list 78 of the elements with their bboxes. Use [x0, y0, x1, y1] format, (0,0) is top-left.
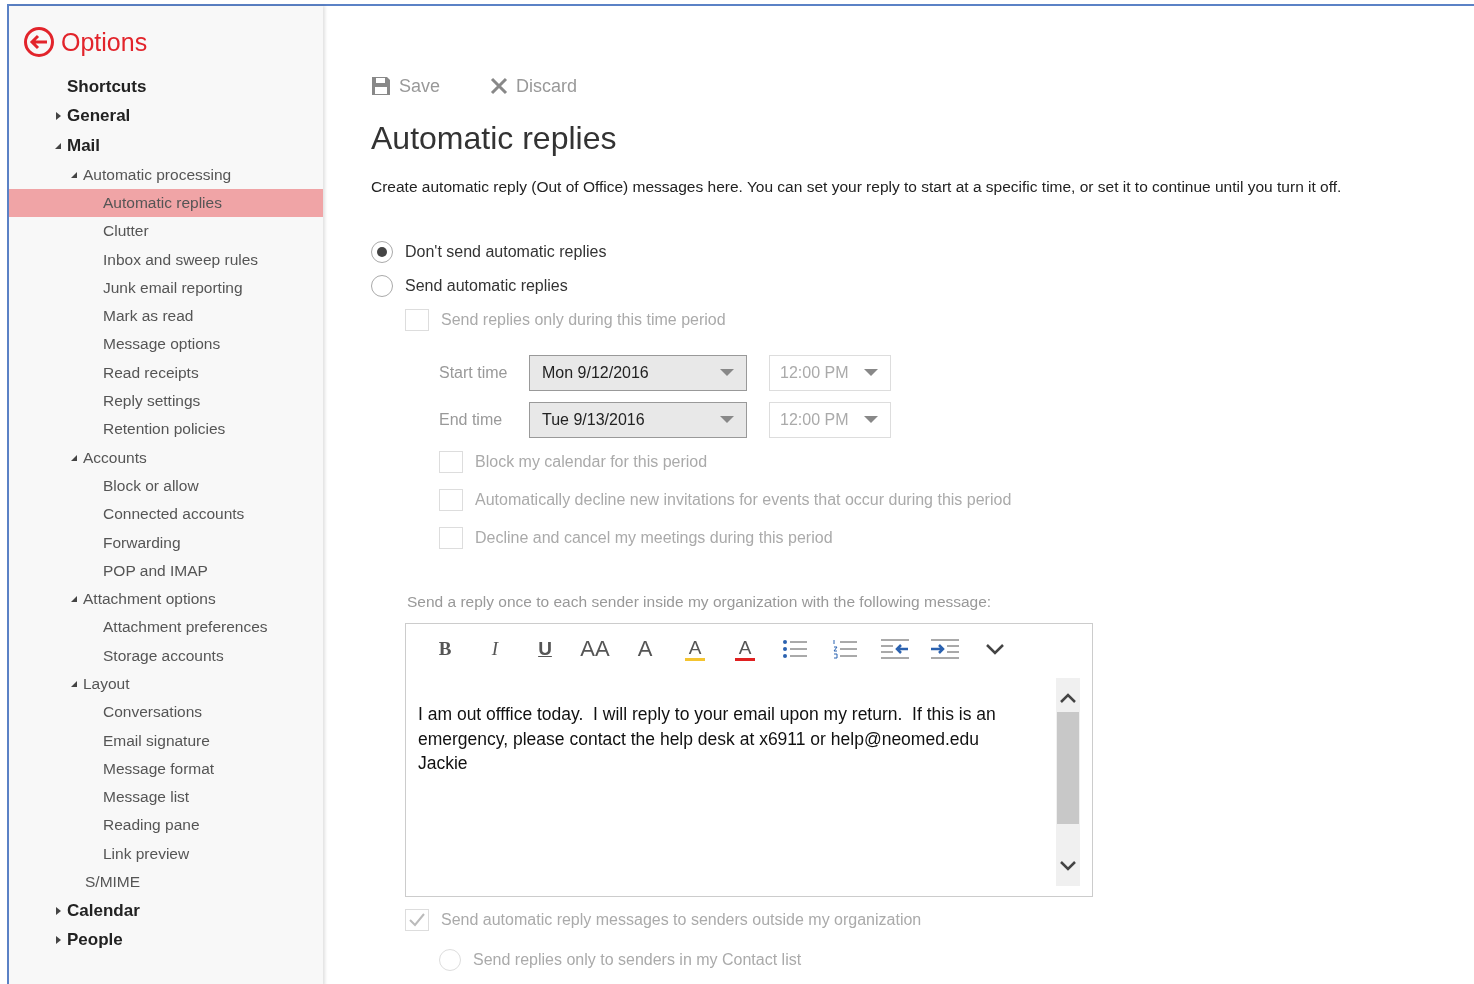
- sidebar-item[interactable]: Shortcuts: [9, 72, 323, 102]
- sidebar-item[interactable]: Mark as read: [9, 302, 323, 331]
- time-label: End time: [439, 410, 504, 429]
- bullet-list-icon: [782, 638, 808, 660]
- time-label: Start time: [439, 363, 509, 382]
- sidebar-item[interactable]: Forwarding: [9, 528, 323, 557]
- sidebar-item[interactable]: Connected accounts: [9, 500, 323, 529]
- message-label: Send a reply once to each sender inside my organization with the following message:: [407, 593, 993, 611]
- numbered-list-icon: [832, 638, 858, 660]
- sidebar-item[interactable]: Reading pane: [9, 811, 323, 840]
- collapsed-caret-icon[interactable]: [53, 935, 63, 946]
- sidebar-item[interactable]: Read receipts: [9, 358, 323, 387]
- page-title: Options: [61, 27, 148, 57]
- sidebar-item[interactable]: POP and IMAP: [9, 556, 323, 585]
- sidebar-item[interactable]: Layout: [9, 669, 323, 699]
- sidebar-item[interactable]: S/MIME: [9, 867, 323, 897]
- message-editor[interactable]: B I U AA A A A I am out offfice today. I will reply to your email upon my return. If this is an emergency, please contact the help desk at x6911 or help@neomed.edu Jackie: [405, 623, 1093, 897]
- sidebar-item[interactable]: Message options: [9, 330, 323, 359]
- radio-button[interactable]: [371, 241, 393, 263]
- message-text: I am out offfice today. I will reply to your email upon my return. If this is an emergency, please contact the help desk at x6911 or help@neomed.edu: [418, 703, 997, 751]
- italic-button[interactable]: I: [470, 632, 520, 666]
- sidebar-item[interactable]: Reply settings: [9, 386, 323, 416]
- collapsed-caret-icon[interactable]: [53, 111, 63, 122]
- description-text: Create automatic reply (Out of Office) messages here. You can set your reply to start at a specific time, or set it to continue until you turn it off.: [371, 177, 1343, 197]
- dropdown-arrow-icon: [864, 368, 878, 377]
- sidebar-item[interactable]: Accounts: [9, 443, 323, 472]
- radio-button[interactable]: [371, 275, 393, 297]
- collapsed-caret-icon[interactable]: [53, 905, 63, 916]
- chevron-down-icon[interactable]: [1059, 860, 1077, 872]
- sidebar-item[interactable]: Attachment preferences: [9, 613, 323, 642]
- sidebar-item[interactable]: Automatic processing: [9, 160, 323, 189]
- checkbox-label: Block my calendar for this period: [475, 453, 708, 471]
- font-size-button[interactable]: AA: [570, 632, 620, 666]
- sidebar-item[interactable]: Mail: [9, 131, 323, 161]
- date-dropdown[interactable]: Tue 9/13/2016: [529, 401, 747, 438]
- sidebar-item[interactable]: Conversations: [9, 698, 323, 727]
- sidebar-item[interactable]: Clutter: [9, 217, 323, 246]
- sidebar-item[interactable]: Message list: [9, 783, 323, 812]
- checkbox-label: Automatically decline new invitations for events that occur during this period: [475, 491, 1012, 509]
- sidebar-item[interactable]: Block or allow: [9, 471, 323, 501]
- sidebar-item[interactable]: People: [9, 925, 323, 956]
- checkbox-label: Send replies only during this time period: [441, 311, 726, 329]
- sidebar-item[interactable]: Calendar: [9, 896, 323, 926]
- sidebar-item[interactable]: Retention policies: [9, 415, 323, 444]
- dropdown-arrow-icon: [720, 415, 734, 424]
- checkmark-icon: [409, 913, 425, 927]
- expanded-caret-icon[interactable]: [69, 679, 79, 689]
- highlight-button[interactable]: A: [670, 632, 720, 666]
- sidebar-item[interactable]: General: [9, 101, 323, 131]
- close-icon: [490, 77, 509, 95]
- chevron-up-icon[interactable]: [1059, 692, 1077, 704]
- scrollbar[interactable]: [1056, 678, 1080, 886]
- checkbox-label: Send automatic reply messages to senders outside my organization: [441, 911, 922, 929]
- radio-label: Send automatic replies: [405, 277, 568, 295]
- radio-label: Send replies only to senders in my Contact list: [473, 951, 802, 969]
- sidebar-item[interactable]: Storage accounts: [9, 641, 323, 670]
- sidebar-item[interactable]: Email signature: [9, 726, 323, 755]
- sidebar-item[interactable]: Junk email reporting: [9, 273, 323, 302]
- message-text: Jackie: [418, 752, 469, 775]
- sidebar-item[interactable]: Inbox and sweep rules: [9, 245, 323, 274]
- sidebar-item[interactable]: Link preview: [9, 839, 323, 868]
- sidebar-item[interactable]: Attachment options: [9, 584, 323, 614]
- underline-button[interactable]: U: [520, 632, 570, 666]
- sidebar-item[interactable]: Message format: [9, 754, 323, 784]
- dropdown-arrow-icon: [864, 415, 878, 424]
- bold-button[interactable]: B: [420, 632, 470, 666]
- date-dropdown[interactable]: Mon 9/12/2016: [529, 354, 747, 391]
- expanded-caret-icon[interactable]: [69, 594, 79, 605]
- outdent-icon: [880, 638, 910, 660]
- chevron-down-icon: [985, 643, 1005, 655]
- section-heading: Automatic replies: [371, 120, 618, 157]
- checkbox-label: Decline and cancel my meetings during this period: [475, 529, 833, 547]
- font-color-button[interactable]: A: [720, 632, 770, 666]
- indent-icon: [930, 638, 960, 660]
- sidebar-item[interactable]: Automatic replies: [9, 188, 323, 218]
- radio-label: Don't send automatic replies: [405, 243, 607, 261]
- dropdown-arrow-icon: [720, 368, 734, 377]
- grow-font-button[interactable]: A: [620, 632, 670, 666]
